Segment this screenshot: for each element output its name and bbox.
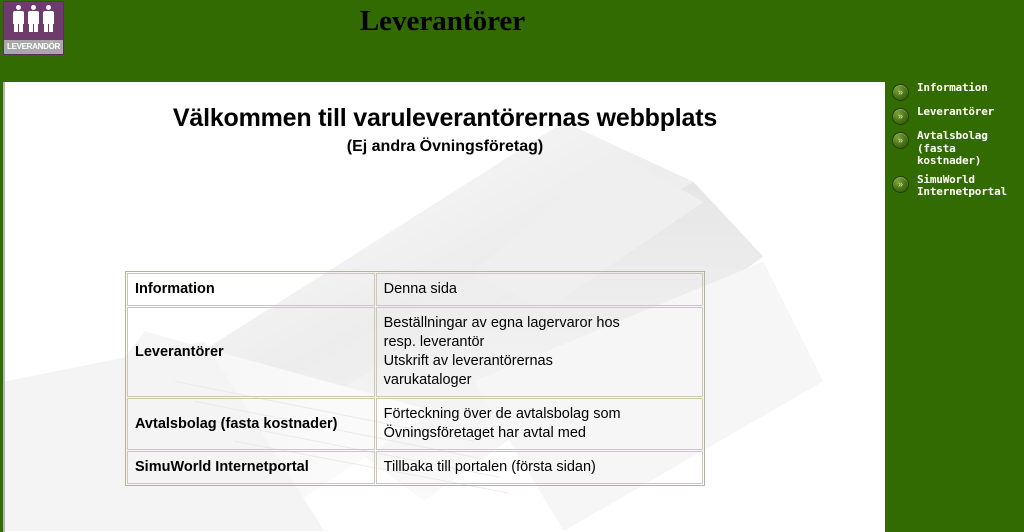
welcome-heading-block: Välkommen till varuleverantörernas webbp… (5, 104, 885, 156)
page-title: Leverantörer (359, 5, 526, 37)
sidebar-item-information[interactable]: Information (889, 81, 1024, 101)
page-header: LEVERANDÖR Leverantörer (0, 0, 1024, 82)
welcome-heading: Välkommen till varuleverantörernas webbp… (172, 104, 718, 132)
sidebar-item-label: Information (917, 81, 988, 94)
row-label: Leverantörer (127, 307, 375, 397)
chevron-bullet-icon (892, 132, 909, 149)
chevron-bullet-icon (892, 84, 909, 101)
table-row: Leverantörer Beställningar av egna lager… (127, 307, 703, 397)
description-line: Beställningar av egna lagervaror hos (383, 315, 620, 331)
page-root: LEVERANDÖR Leverantörer Välkommen till v… (0, 0, 1024, 532)
sidebar-item-label: Leverantörer (917, 105, 995, 118)
description-line: resp. leverantör (383, 334, 485, 350)
table-row: Information Denna sida (127, 273, 703, 306)
sidebar-item-simuworld-internetportal[interactable]: SimuWorld Internetportal (889, 172, 1024, 199)
description-line: Tillbaka till portalen (första sidan) (383, 459, 596, 475)
chevron-bullet-icon (892, 108, 909, 125)
row-label: Avtalsbolag (fasta kostnader) (127, 398, 375, 450)
chevron-bullet-icon (892, 175, 909, 193)
description-line: Förteckning över de avtalsbolag som (383, 406, 621, 422)
sidebar-item-leverantorer[interactable]: Leverantörer (889, 105, 1024, 125)
row-label: SimuWorld Internetportal (127, 451, 375, 484)
table-body: Information Denna sida Leverantörer Best… (127, 273, 703, 484)
description-line: varukataloger (383, 372, 472, 388)
description-line: Övningsföretaget har avtal med (383, 425, 586, 441)
description-line: Denna sida (383, 281, 457, 297)
sidebar-item-label: SimuWorld Internetportal (917, 172, 1007, 198)
row-description: Denna sida (375, 273, 703, 306)
row-description: Tillbaka till portalen (första sidan) (375, 451, 703, 484)
row-description: Beställningar av egna lagervaror hos res… (375, 307, 703, 397)
welcome-subheading: (Ej andra Övningsföretag) (346, 138, 544, 155)
main-content-panel: Välkommen till varuleverantörernas webbp… (3, 82, 885, 532)
table-row: Avtalsbolag (fasta kostnader) Förtecknin… (127, 398, 703, 450)
section-overview-table: Information Denna sida Leverantörer Best… (125, 271, 705, 486)
row-label: Information (127, 273, 375, 306)
table-row: SimuWorld Internetportal Tillbaka till p… (127, 451, 703, 484)
sidebar-item-avtalsbolag[interactable]: Avtalsbolag (fasta kostnader) (889, 129, 1024, 168)
description-line: Utskrift av leverantörernas (383, 353, 553, 369)
sidebar-nav: Information Leverantörer Avtalsbolag (fa… (889, 81, 1024, 532)
row-description: Förteckning över de avtalsbolag som Övni… (375, 398, 703, 450)
sidebar-item-label: Avtalsbolag (fasta kostnader) (917, 129, 988, 167)
